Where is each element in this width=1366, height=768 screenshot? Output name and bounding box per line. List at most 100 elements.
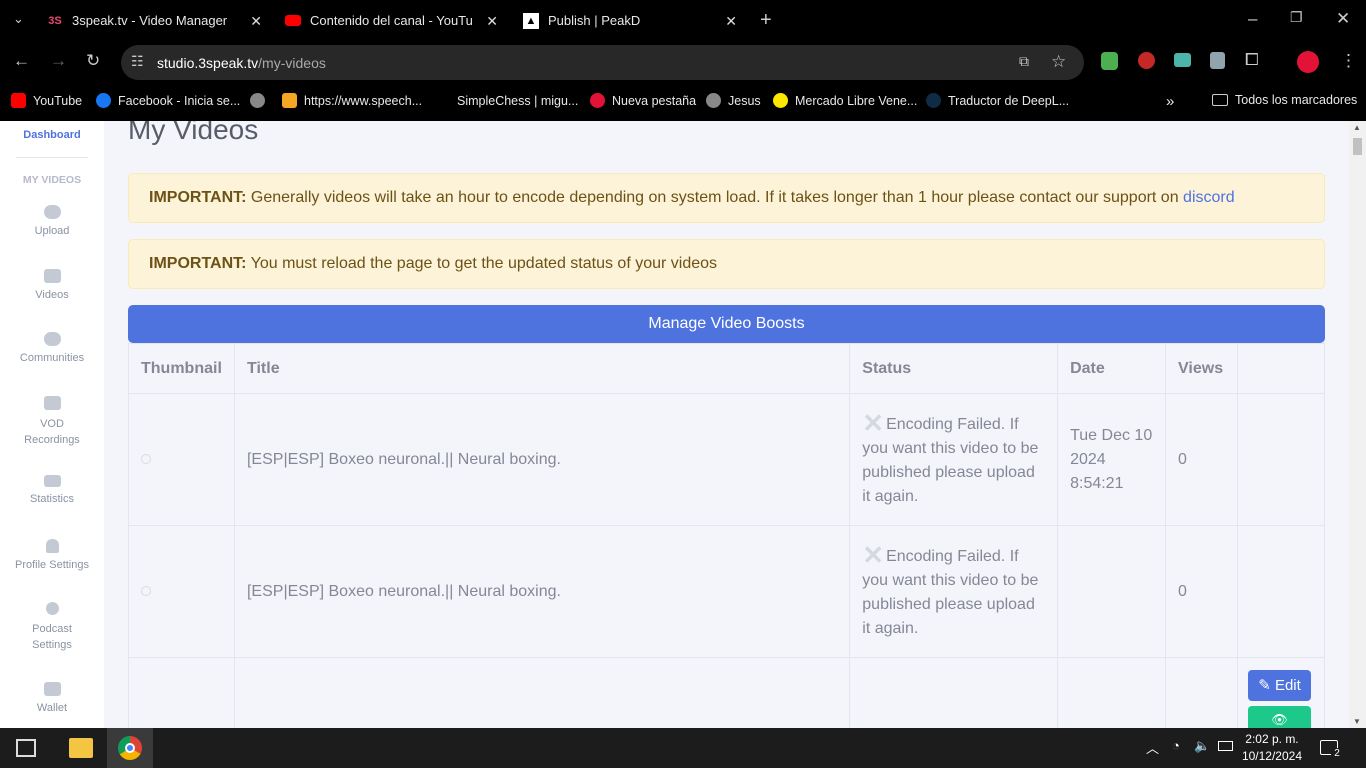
bookmark-globe[interactable] xyxy=(250,93,272,108)
bookmark-jesus[interactable]: Jesus xyxy=(706,93,761,108)
bookmark-facebook[interactable]: Facebook - Inicia se... xyxy=(96,93,240,108)
close-tab-icon[interactable]: ✕ xyxy=(250,13,262,30)
sidebar-item-vod-recordings[interactable]: VOD Recordings xyxy=(0,396,104,448)
task-view-icon[interactable] xyxy=(16,739,36,757)
bookmarks-bar: YouTube Facebook - Inicia se... https://… xyxy=(0,84,1366,121)
forward-icon[interactable]: → xyxy=(50,51,67,71)
translate-icon[interactable]: ⧉ xyxy=(1019,53,1029,70)
column-date: Date xyxy=(1057,343,1167,394)
eye-icon: 👁 xyxy=(1271,712,1288,727)
extension-shield-icon[interactable] xyxy=(1101,52,1118,70)
table-row: [ESP|ESP] Boxeo neuronal.|| Neural boxin… xyxy=(128,393,1325,526)
more-bookmarks-icon[interactable]: » xyxy=(1166,93,1174,110)
users-icon xyxy=(43,332,61,346)
sidebar-item-statistics[interactable]: Statistics xyxy=(0,475,104,505)
youtube-icon xyxy=(285,13,301,29)
bookmark-youtube[interactable]: YouTube xyxy=(11,93,82,108)
show-hidden-icons-icon[interactable]: ︿ xyxy=(1146,738,1159,757)
new-tab-icon[interactable]: + xyxy=(760,9,772,32)
battery-icon[interactable] xyxy=(1218,741,1233,751)
chrome-icon[interactable] xyxy=(107,728,153,768)
wallet-icon xyxy=(43,682,61,696)
reload-icon[interactable]: ↻ xyxy=(86,51,100,71)
volume-icon[interactable]: 🔈 xyxy=(1194,738,1210,754)
folder-icon xyxy=(1212,94,1228,106)
failed-x-icon: ✕ xyxy=(862,407,885,438)
archive-icon xyxy=(43,396,61,410)
chess-icon xyxy=(435,93,450,108)
bookmark-star-icon[interactable]: ☆ xyxy=(1051,52,1066,72)
tab-3speak[interactable]: 3S 3speak.tv - Video Manager ✕ xyxy=(47,0,262,41)
scroll-thumb[interactable] xyxy=(1353,138,1362,155)
column-title: Title xyxy=(233,343,851,394)
sidebar-item-videos[interactable]: Videos xyxy=(0,269,104,301)
site-info-icon[interactable]: ☷ xyxy=(131,53,144,70)
all-bookmarks[interactable]: Todos los marcadores xyxy=(1212,93,1357,107)
chart-icon xyxy=(43,475,61,487)
table-row: ✎ Edit 👁 xyxy=(128,657,1325,728)
table-header-row: Thumbnail Title Status Date Views xyxy=(128,343,1325,394)
system-clock[interactable]: 2:02 p. m. 10/12/2024 xyxy=(1242,731,1302,765)
alert-reload-page: IMPORTANT: You must reload the page to g… xyxy=(128,239,1325,289)
videos-table: Thumbnail Title Status Date Views [ESP|E… xyxy=(128,343,1325,728)
tab-youtube[interactable]: Contenido del canal - YouTube ✕ xyxy=(285,0,498,41)
sidebar-item-upload[interactable]: Upload xyxy=(0,205,104,237)
video-views xyxy=(1165,657,1239,728)
profile-avatar-icon[interactable] xyxy=(1297,51,1319,73)
sidebar-item-wallet[interactable]: Wallet xyxy=(0,682,104,714)
minimize-icon[interactable]: – xyxy=(1248,9,1257,29)
bookmark-nueva-pestana[interactable]: Nueva pestaña xyxy=(590,93,696,108)
deepl-icon xyxy=(926,93,941,108)
pencil-icon: ✎ xyxy=(1258,677,1271,694)
extension-camera-icon[interactable] xyxy=(1174,53,1191,67)
thumbnail-placeholder xyxy=(141,453,151,464)
manage-video-boosts-button[interactable]: Manage Video Boosts xyxy=(128,305,1325,343)
peakd-logo-icon: ▲ xyxy=(523,12,539,29)
page-scrollbar[interactable]: ▲ ▼ xyxy=(1349,121,1366,728)
edit-button[interactable]: ✎ Edit xyxy=(1248,670,1311,701)
extensions-puzzle-icon[interactable]: ⧠ xyxy=(1245,50,1259,70)
restore-icon[interactable]: ❐ xyxy=(1290,9,1303,26)
table-row: [ESP|ESP] Boxeo neuronal.|| Neural boxin… xyxy=(128,525,1325,658)
speech-icon xyxy=(282,93,297,108)
tab-search-icon[interactable]: ⌄ xyxy=(13,11,24,27)
column-thumbnail: Thumbnail xyxy=(128,343,235,394)
scroll-up-icon[interactable]: ▲ xyxy=(1353,123,1361,132)
file-explorer-icon[interactable] xyxy=(69,738,93,758)
back-icon[interactable]: ← xyxy=(13,51,30,71)
extension-guard-icon[interactable] xyxy=(1210,52,1225,69)
view-button[interactable]: 👁 xyxy=(1248,706,1311,728)
column-status: Status xyxy=(849,343,1059,394)
bookmark-mercado-libre[interactable]: Mercado Libre Vene... xyxy=(773,93,917,108)
extension-key-icon[interactable] xyxy=(1138,52,1155,69)
sidebar-item-communities[interactable]: Communities xyxy=(0,332,104,364)
video-title: [ESP|ESP] Boxeo neuronal.|| Neural boxin… xyxy=(233,393,851,526)
address-bar[interactable]: ☷ studio.3speak.tv/my-videos ⧉ ☆ xyxy=(121,45,1084,80)
menu-kebab-icon[interactable]: ⋮ xyxy=(1340,51,1357,71)
actions-cell xyxy=(1237,393,1325,526)
wifi-icon[interactable]: ◔ xyxy=(1172,738,1180,753)
close-tab-icon[interactable]: ✕ xyxy=(725,13,737,30)
sidebar-item-podcast-settings[interactable]: Podcast Settings xyxy=(0,602,104,653)
close-tab-icon[interactable]: ✕ xyxy=(486,13,498,30)
bookmark-simplechess[interactable]: SimpleChess | migu... xyxy=(435,93,578,108)
globe-icon xyxy=(706,93,721,108)
gear-icon xyxy=(45,602,59,615)
scroll-down-icon[interactable]: ▼ xyxy=(1353,717,1361,726)
windows-taskbar: ︿ ◔ 🔈 2:02 p. m. 10/12/2024 2 xyxy=(0,728,1366,768)
status-cell: ✕ Encoding Failed. If you want this video… xyxy=(849,525,1059,658)
video-date xyxy=(1057,657,1167,728)
discord-link[interactable]: discord xyxy=(1183,189,1235,206)
bookmark-deepl[interactable]: Traductor de DeepL... xyxy=(926,93,1069,108)
thumbnail-cell xyxy=(128,525,235,658)
actions-cell xyxy=(1237,525,1325,658)
bookmark-speech[interactable]: https://www.speech... xyxy=(282,93,422,108)
sidebar-item-profile-settings[interactable]: Profile Settings xyxy=(0,539,104,571)
tab-peakd[interactable]: ▲ Publish | PeakD ✕ xyxy=(523,0,737,41)
sidebar-item-dashboard[interactable]: Dashboard xyxy=(0,129,104,141)
status-cell xyxy=(849,657,1059,728)
thumbnail-placeholder xyxy=(141,585,151,596)
sidebar-section-heading: MY VIDEOS xyxy=(22,174,82,186)
browser-tab-bar: ⌄ 3S 3speak.tv - Video Manager ✕ Conteni… xyxy=(0,0,1366,41)
close-window-icon[interactable]: ✕ xyxy=(1336,9,1350,29)
